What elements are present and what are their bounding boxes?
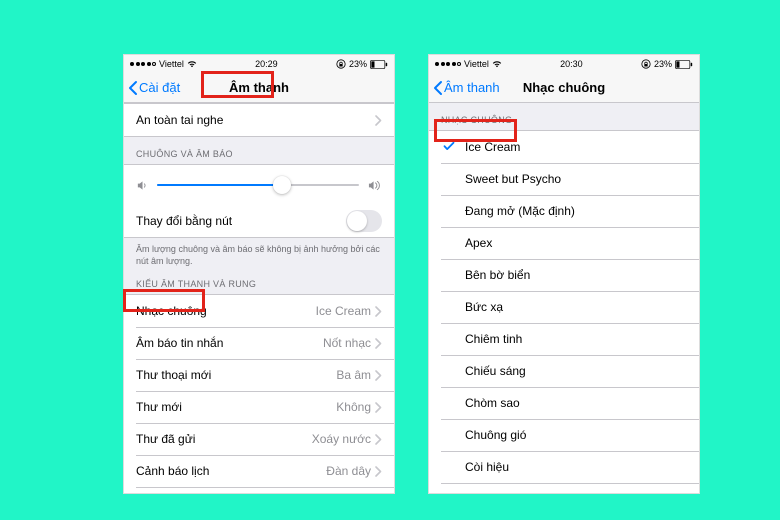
nav-bar: Âm thanh Nhạc chuông: [429, 73, 699, 103]
ringtone-item-3[interactable]: Apex: [429, 227, 699, 259]
status-bar: Viettel 20:29 23%: [124, 55, 394, 73]
settings-content: An toàn tai nghe CHUÔNG VÀ ÂM BÁO Thay đ…: [124, 103, 394, 493]
cell-label: Âm báo tin nhắn: [136, 336, 323, 350]
cell-label: Thay đổi bằng nút: [136, 214, 346, 228]
ringtone-label: Bức xạ: [465, 300, 687, 314]
back-label: Cài đặt: [139, 80, 180, 95]
ringtone-item-2[interactable]: Đang mở (Mặc định): [429, 195, 699, 227]
ringtone-label: Còi hiệu: [465, 460, 687, 474]
status-time: 20:29: [255, 59, 278, 69]
battery-icon: [675, 60, 693, 69]
back-label: Âm thanh: [444, 80, 500, 95]
phone-right: Viettel 20:30 23% Âm thanh Nhạc chuông N…: [428, 54, 700, 494]
ringtone-label: Chòm sao: [465, 396, 687, 410]
wifi-icon: [492, 60, 502, 68]
battery-pct: 23%: [654, 59, 672, 69]
volume-slider-row: [124, 165, 394, 205]
volume-slider[interactable]: [157, 184, 359, 186]
signal-dots-icon: [435, 62, 461, 66]
back-button[interactable]: Cài đặt: [128, 80, 180, 96]
cell-value: Ba âm: [336, 368, 371, 382]
ringtone-label: Chiêm tinh: [465, 332, 687, 346]
chevron-right-icon: [375, 338, 382, 349]
chevron-right-icon: [375, 306, 382, 317]
checkmark-icon: [441, 140, 457, 155]
ringtone-item-11[interactable]: Cú đêm: [429, 483, 699, 493]
ringtone-content: NHẠC CHUÔNG Ice Cream Sweet but Psycho Đan…: [429, 103, 699, 493]
ringtone-label: Đang mở (Mặc định): [465, 204, 687, 218]
ringtone-item-7[interactable]: Chiếu sáng: [429, 355, 699, 387]
toggle-change-with-buttons[interactable]: [346, 210, 382, 232]
wifi-icon: [187, 60, 197, 68]
row-sound-3[interactable]: Thư mớiKhông: [124, 391, 394, 423]
status-bar: Viettel 20:30 23%: [429, 55, 699, 73]
orientation-lock-icon: [641, 59, 651, 69]
battery-pct: 23%: [349, 59, 367, 69]
ringtone-label: Ice Cream: [465, 140, 687, 154]
row-sound-1[interactable]: Âm báo tin nhắnNốt nhạc: [124, 327, 394, 359]
signal-dots-icon: [130, 62, 156, 66]
ringtone-item-5[interactable]: Bức xạ: [429, 291, 699, 323]
ringtone-item-4[interactable]: Bên bờ biển: [429, 259, 699, 291]
ringtone-item-6[interactable]: Chiêm tinh: [429, 323, 699, 355]
ringtone-item-10[interactable]: Còi hiệu: [429, 451, 699, 483]
row-sound-6[interactable]: Cảnh báo Lời nhắcĐàn dây: [124, 487, 394, 493]
ringtone-item-8[interactable]: Chòm sao: [429, 387, 699, 419]
cell-value: Nốt nhạc: [323, 336, 371, 350]
ringtone-label: Apex: [465, 236, 687, 250]
chevron-right-icon: [375, 466, 382, 477]
ringtone-item-0[interactable]: Ice Cream: [429, 131, 699, 163]
chevron-right-icon: [375, 402, 382, 413]
cell-value: Xoáy nước: [312, 432, 371, 446]
row-sound-2[interactable]: Thư thoại mớiBa âm: [124, 359, 394, 391]
ringtone-label: Bên bờ biển: [465, 268, 687, 282]
row-headphone-safety[interactable]: An toàn tai nghe: [124, 104, 394, 136]
ringtone-label: Chiếu sáng: [465, 364, 687, 378]
chevron-left-icon: [128, 80, 138, 96]
row-sound-4[interactable]: Thư đã gửiXoáy nước: [124, 423, 394, 455]
chevron-right-icon: [375, 434, 382, 445]
cell-value: Đàn dây: [326, 464, 371, 478]
chevron-right-icon: [375, 115, 382, 126]
section-footer-ringer: Âm lượng chuông và âm báo sẽ không bị ản…: [124, 238, 394, 267]
volume-high-icon: [367, 179, 382, 192]
slider-thumb[interactable]: [273, 176, 291, 194]
row-change-with-buttons[interactable]: Thay đổi bằng nút: [124, 205, 394, 237]
orientation-lock-icon: [336, 59, 346, 69]
cell-label: Nhạc chuông: [136, 304, 316, 318]
ringtone-label: Cú đêm: [465, 492, 687, 493]
back-button[interactable]: Âm thanh: [433, 80, 500, 96]
battery-icon: [370, 60, 388, 69]
carrier-label: Viettel: [464, 59, 489, 69]
ringtone-label: Chuông gió: [465, 428, 687, 442]
section-header-ringtones: NHẠC CHUÔNG: [429, 103, 699, 130]
section-header-ringer: CHUÔNG VÀ ÂM BÁO: [124, 137, 394, 164]
cell-label: Thư thoại mới: [136, 368, 336, 382]
cell-label: Cảnh báo lịch: [136, 464, 326, 478]
cell-label: Thư mới: [136, 400, 336, 414]
cell-label: Thư đã gửi: [136, 432, 312, 446]
carrier-label: Viettel: [159, 59, 184, 69]
ringtone-label: Sweet but Psycho: [465, 172, 687, 186]
volume-low-icon: [136, 179, 149, 192]
cell-value: Ice Cream: [316, 304, 371, 318]
status-time: 20:30: [560, 59, 583, 69]
phone-left: Viettel 20:29 23% Cài đặt Âm thanh An to…: [123, 54, 395, 494]
cell-value: Không: [336, 400, 371, 414]
row-sound-5[interactable]: Cảnh báo lịchĐàn dây: [124, 455, 394, 487]
ringtone-item-9[interactable]: Chuông gió: [429, 419, 699, 451]
ringtone-item-1[interactable]: Sweet but Psycho: [429, 163, 699, 195]
chevron-left-icon: [433, 80, 443, 96]
section-header-sounds: KIỂU ÂM THANH VÀ RUNG: [124, 267, 394, 294]
cell-label: An toàn tai nghe: [136, 113, 375, 127]
row-sound-0[interactable]: Nhạc chuôngIce Cream: [124, 295, 394, 327]
chevron-right-icon: [375, 370, 382, 381]
nav-bar: Cài đặt Âm thanh: [124, 73, 394, 103]
